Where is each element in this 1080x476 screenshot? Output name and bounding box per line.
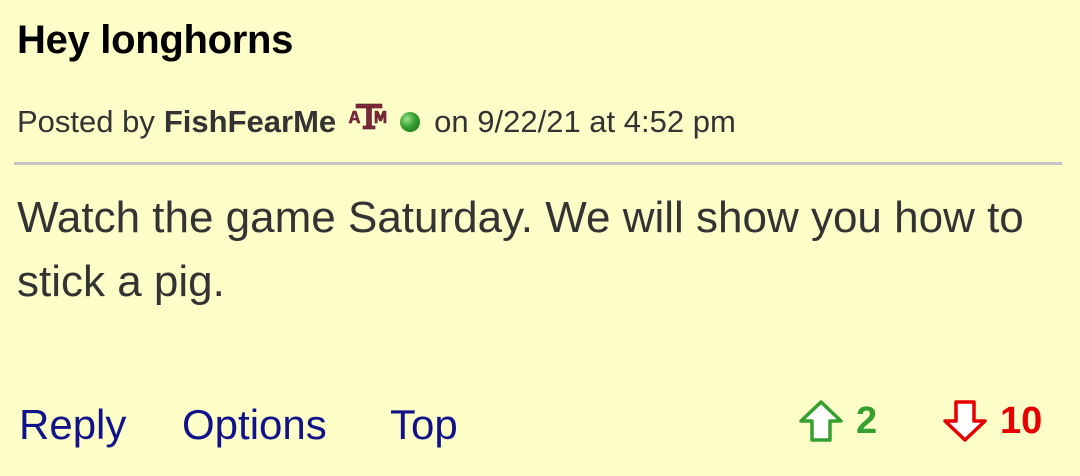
post-title: Hey longhorns — [17, 18, 294, 62]
divider — [14, 162, 1062, 165]
downvote-button[interactable]: 10 — [942, 396, 1042, 446]
post-byline: Posted by FishFearMe on 9/22/21 at 4:52 … — [17, 100, 736, 144]
top-link[interactable]: Top — [390, 398, 458, 452]
post-body: Watch the game Saturday. We will show yo… — [17, 193, 1024, 306]
options-link[interactable]: Options — [182, 398, 327, 452]
post-date: on 9/22/21 at 4:52 pm — [434, 104, 736, 139]
username-link[interactable]: FishFearMe — [164, 100, 336, 144]
reply-link[interactable]: Reply — [19, 398, 126, 452]
forum-post: Hey longhorns Posted by FishFearMe on 9/… — [0, 0, 1080, 476]
thumbs-up-arrow-icon — [798, 399, 844, 443]
online-status-dot-icon — [400, 112, 421, 132]
texas-am-logo-icon — [348, 99, 390, 130]
posted-by-label: Posted by — [17, 104, 155, 139]
upvote-count: 2 — [856, 399, 878, 442]
downvote-count: 10 — [1000, 399, 1043, 442]
upvote-button[interactable]: 2 — [798, 396, 877, 446]
thumbs-down-arrow-icon — [942, 399, 988, 443]
